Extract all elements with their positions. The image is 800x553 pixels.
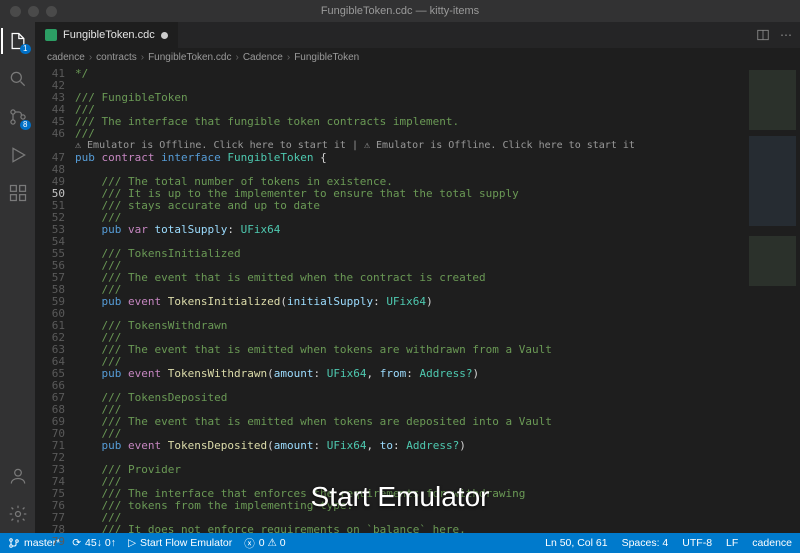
status-indent[interactable]: Spaces: 4 [622, 537, 669, 549]
modified-indicator-icon [161, 32, 168, 39]
window-title: FungibleToken.cdc — kitty-items [321, 5, 479, 17]
activity-bar: 1 8 [0, 22, 35, 533]
breadcrumb-item[interactable]: contracts [96, 52, 137, 63]
status-bar: master* ⟳45↓ 0↑ ▷Start Flow Emulator ⓧ0 … [0, 533, 800, 553]
traffic-lights[interactable] [0, 6, 57, 17]
tab-actions: ⋯ [748, 22, 800, 48]
status-language[interactable]: cadence [752, 537, 792, 549]
tab-fungibletoken[interactable]: FungibleToken.cdc [35, 22, 179, 48]
explorer-badge: 1 [20, 44, 30, 54]
code-content[interactable]: */ /// FungibleToken////// The interface… [75, 66, 745, 533]
status-cursor-pos[interactable]: Ln 50, Col 61 [545, 537, 607, 549]
editor-group: FungibleToken.cdc ⋯ cadence› contracts› … [35, 22, 800, 533]
more-actions-icon[interactable]: ⋯ [780, 28, 792, 42]
status-sync[interactable]: ⟳45↓ 0↑ [72, 537, 116, 549]
breadcrumb-item[interactable]: Cadence [243, 52, 283, 63]
window-titlebar: FungibleToken.cdc — kitty-items [0, 0, 800, 22]
search-icon[interactable] [7, 68, 29, 90]
source-control-icon[interactable]: 8 [7, 106, 29, 128]
tab-bar: FungibleToken.cdc ⋯ [35, 22, 800, 48]
line-gutter: 414243444546 474849505152535455565758596… [35, 66, 75, 533]
breadcrumb-item[interactable]: cadence [47, 52, 85, 63]
minimize-window-icon[interactable] [28, 6, 39, 17]
explorer-icon[interactable]: 1 [7, 30, 29, 52]
breadcrumbs[interactable]: cadence› contracts› FungibleToken.cdc› C… [35, 48, 800, 66]
extensions-icon[interactable] [7, 182, 29, 204]
editor-body[interactable]: 414243444546 474849505152535455565758596… [35, 66, 800, 533]
close-window-icon[interactable] [10, 6, 21, 17]
run-debug-icon[interactable] [7, 144, 29, 166]
breadcrumb-item[interactable]: FungibleToken.cdc [148, 52, 231, 63]
tab-label: FungibleToken.cdc [63, 29, 155, 41]
breadcrumb-item[interactable]: FungibleToken [294, 52, 359, 63]
cadence-file-icon [45, 29, 57, 41]
split-editor-icon[interactable] [756, 28, 770, 42]
settings-gear-icon[interactable] [7, 503, 29, 525]
minimap[interactable] [745, 66, 800, 533]
status-encoding[interactable]: UTF-8 [682, 537, 712, 549]
scm-badge: 8 [20, 120, 30, 130]
status-eol[interactable]: LF [726, 537, 738, 549]
account-icon[interactable] [7, 465, 29, 487]
status-start-emulator[interactable]: ▷Start Flow Emulator [128, 537, 232, 549]
status-problems[interactable]: ⓧ0 ⚠ 0 [244, 536, 285, 551]
maximize-window-icon[interactable] [46, 6, 57, 17]
